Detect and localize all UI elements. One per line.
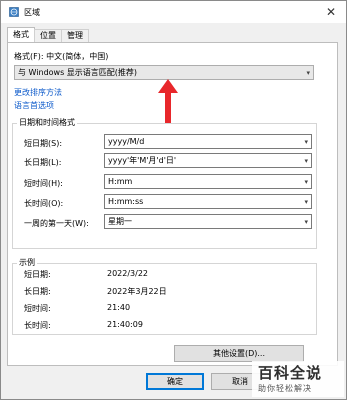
close-button[interactable]: ✕ — [322, 3, 340, 21]
short-time-label: 短时间(H): — [24, 179, 63, 188]
region-globe-icon — [9, 7, 19, 17]
long-date-label: 长日期(L): — [24, 158, 62, 167]
example-long-time-label: 长时间: — [24, 321, 51, 330]
other-settings-button[interactable]: 其他设置(D)... — [174, 345, 304, 362]
format-dropdown[interactable]: 与 Windows 显示语言匹配(推荐) ▾ — [14, 65, 314, 80]
example-long-date-label: 长日期: — [24, 287, 51, 296]
chevron-down-icon: ▾ — [306, 69, 310, 77]
first-day-dropdown[interactable]: 星期一 ▾ — [104, 214, 312, 229]
examples-group-title: 示例 — [17, 257, 37, 268]
example-short-time-label: 短时间: — [24, 304, 51, 313]
watermark-main-text: 百科全说 — [258, 364, 323, 382]
tab-administrative[interactable]: 管理 — [61, 29, 89, 43]
short-time-dropdown[interactable]: H:mm ▾ — [104, 174, 312, 189]
short-time-value: H:mm — [108, 177, 133, 186]
red-up-arrow-icon — [158, 79, 178, 123]
example-short-time-value: 21:40 — [107, 303, 131, 312]
chevron-down-icon: ▾ — [304, 178, 308, 186]
chevron-down-icon: ▾ — [304, 138, 308, 146]
example-long-time-value: 21:40:09 — [107, 320, 143, 329]
region-dialog: 区域 ✕ 格式 位置 管理 格式(F): 中文(简体，中国) 与 Windows… — [0, 0, 347, 400]
long-date-dropdown[interactable]: yyyy'年'M'月'd'日' ▾ — [104, 153, 312, 168]
short-date-label: 短日期(S): — [24, 139, 63, 148]
long-time-dropdown[interactable]: H:mm:ss ▾ — [104, 194, 312, 209]
tab-format[interactable]: 格式 — [7, 27, 35, 43]
format-label: 格式(F): 中文(简体，中国) — [14, 52, 109, 61]
tab-strip: 格式 位置 管理 — [7, 27, 89, 43]
first-day-value: 星期一 — [108, 217, 132, 226]
example-long-date-value: 2022年3月22日 — [107, 287, 167, 296]
short-date-dropdown[interactable]: yyyy/M/d ▾ — [104, 134, 312, 149]
example-short-date-label: 短日期: — [24, 270, 51, 279]
chevron-down-icon: ▾ — [304, 198, 308, 206]
tab-location[interactable]: 位置 — [34, 29, 62, 43]
change-sort-link[interactable]: 更改排序方法 — [14, 87, 62, 98]
ok-button[interactable]: 确定 — [146, 373, 204, 390]
long-time-value: H:mm:ss — [108, 197, 144, 206]
examples-group — [12, 263, 317, 335]
chevron-down-icon: ▾ — [304, 218, 308, 226]
format-dropdown-value: 与 Windows 显示语言匹配(推荐) — [18, 68, 138, 77]
long-time-label: 长时间(O): — [24, 199, 64, 208]
example-short-date-value: 2022/3/22 — [107, 269, 149, 278]
title-bar: 区域 ✕ — [1, 1, 346, 23]
chevron-down-icon: ▾ — [304, 157, 308, 165]
long-date-value: yyyy'年'M'月'd'日' — [108, 156, 177, 165]
watermark-sub-text: 助你轻松解决 — [258, 384, 312, 393]
watermark: 百科全说 助你轻松解决 — [252, 361, 344, 397]
datetime-group-title: 日期和时间格式 — [17, 117, 77, 128]
window-title: 区域 — [24, 8, 40, 17]
first-day-label: 一周的第一天(W): — [24, 219, 89, 228]
short-date-value: yyyy/M/d — [108, 137, 145, 146]
language-preferences-link[interactable]: 语言首选项 — [14, 100, 54, 111]
